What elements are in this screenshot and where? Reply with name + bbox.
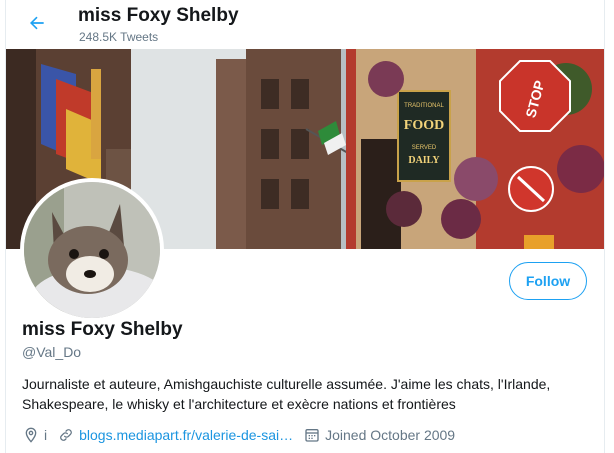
location-pin-icon xyxy=(22,426,40,444)
joined-item: Joined October 2009 xyxy=(303,426,455,444)
back-button[interactable] xyxy=(20,6,54,40)
food-sign-line1: TRADITIONAL xyxy=(404,103,444,109)
avatar[interactable] xyxy=(20,178,164,322)
website-link[interactable]: blogs.mediapart.fr/valerie-de-sai… xyxy=(79,427,293,443)
calendar-icon xyxy=(303,426,321,444)
profile-meta: i blogs.mediapart.fr/valerie-de-sai… Joi… xyxy=(22,425,465,445)
joined-date: Joined October 2009 xyxy=(325,427,456,443)
tweet-count: 248.5K Tweets xyxy=(79,30,159,44)
food-sign-line3: SERVED xyxy=(412,145,437,151)
food-sign-line2: FOOD xyxy=(404,118,444,133)
profile-bio: Journaliste et auteure, Amishgauchiste c… xyxy=(22,376,551,412)
fox-avatar-image xyxy=(24,182,160,318)
website-item[interactable]: blogs.mediapart.fr/valerie-de-sai… xyxy=(57,426,293,444)
header-title: miss Foxy Shelby xyxy=(78,5,239,26)
column-border-right xyxy=(604,0,605,453)
user-handle: @Val_Do xyxy=(22,344,82,360)
location-item: i xyxy=(22,426,47,444)
arrow-left-icon xyxy=(30,16,44,30)
display-name: miss Foxy Shelby xyxy=(22,319,183,340)
profile-page: miss Foxy Shelby 248.5K Tweets TRADITION… xyxy=(0,0,614,453)
follow-button[interactable]: Follow xyxy=(509,262,587,300)
food-sign-line4: DAILY xyxy=(408,155,440,166)
location-text: i xyxy=(44,427,48,443)
link-icon xyxy=(57,426,75,444)
